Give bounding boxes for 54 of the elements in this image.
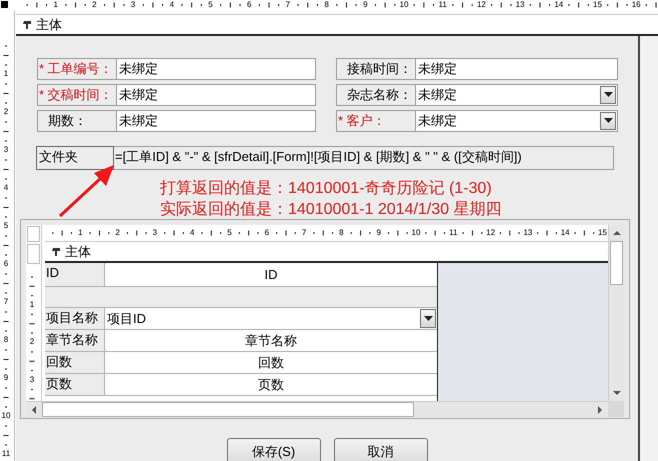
field-label: 接稿时间： [336, 58, 416, 80]
caret-icon [604, 118, 612, 124]
field-label: 页数 [45, 374, 104, 395]
field-label: 文件夹 [36, 146, 114, 170]
ruler-number: 16 [630, 0, 642, 9]
field-label: 期数： [37, 110, 117, 132]
ruler-number: 10 [410, 228, 422, 237]
dropdown-field[interactable]: 未绑定 [416, 110, 618, 132]
text-field[interactable]: 未绑定 [117, 84, 316, 106]
field-label: * 客户： [336, 110, 416, 132]
caret-icon [604, 92, 612, 98]
text-field[interactable]: 未绑定 [117, 110, 316, 132]
scroll-thumb[interactable] [610, 241, 623, 285]
field-label: 回数 [45, 352, 104, 373]
annotation-text: 实际返回的值是：14010001-1 2014/1/30 星期四 [160, 200, 502, 220]
ruler-number: 11 [436, 0, 449, 9]
section-title: 主体 [65, 242, 91, 260]
ruler-number: 15 [592, 0, 604, 9]
ruler-number: 11 [447, 228, 460, 237]
dropdown-button[interactable] [420, 309, 436, 328]
section-icon [51, 246, 61, 256]
formula-field[interactable]: =[工单ID] & "-" & [sfrDetail].[Form]![项目ID] & [期数] & " " & ([交稿时间]) [114, 146, 614, 170]
field-label: 杂志名称： [336, 84, 416, 106]
field-label: * 工单编号： [37, 58, 117, 80]
ruler-number: 12 [484, 228, 497, 237]
dropdown-field[interactable]: 项目ID [104, 308, 437, 329]
caret-icon [424, 316, 432, 322]
scrollbar-corner [608, 401, 624, 417]
horizontal-scrollbar[interactable] [26, 401, 608, 417]
annotation-text: 打算返回的值是：14010001-奇奇历险记 (1-30) [160, 178, 492, 199]
ruler-number: 12 [475, 0, 488, 9]
field-label: * 交稿时间： [37, 84, 117, 106]
ruler-number: 15 [596, 228, 608, 237]
field-label: 项目名称 [45, 308, 104, 329]
scroll-thumb[interactable] [42, 402, 414, 417]
field-label: 章节名称 [45, 330, 104, 351]
ruler-number: 14 [559, 228, 572, 237]
ruler-number: 13 [514, 0, 526, 9]
text-field[interactable]: 未绑定 [117, 58, 316, 80]
ruler-number: 14 [552, 0, 565, 9]
section-title: 主体 [36, 16, 62, 34]
form-button[interactable]: 取消 [334, 438, 428, 461]
form-button[interactable]: 保存(S) [226, 438, 320, 461]
text-field[interactable]: 未绑定 [416, 58, 618, 80]
ruler-corner-marker [1, 1, 8, 8]
dropdown-button[interactable] [600, 112, 616, 130]
field-label: ID [45, 263, 104, 286]
ruler-number: 13 [522, 228, 534, 237]
section-header[interactable]: 主体 [16, 14, 658, 36]
arrow [58, 165, 114, 218]
ruler-number: 10 [398, 0, 410, 9]
dropdown-field[interactable]: 未绑定 [416, 84, 618, 106]
dropdown-button[interactable] [600, 86, 616, 104]
section-icon [22, 20, 32, 30]
